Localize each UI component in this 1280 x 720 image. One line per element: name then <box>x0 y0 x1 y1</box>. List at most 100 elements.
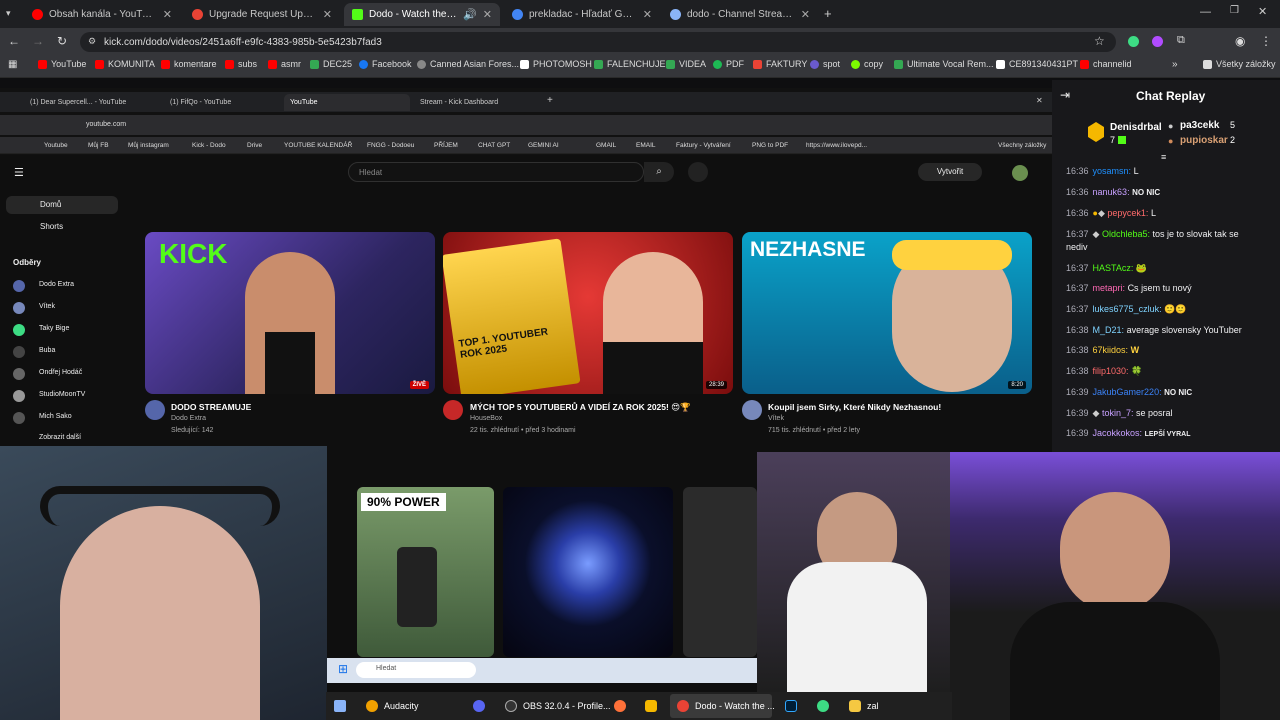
tab-google[interactable]: prekladac - Hľadať Googlom✕ <box>504 3 660 26</box>
sidebar-channel[interactable]: Mich Sako <box>39 413 72 420</box>
channel-avatar[interactable] <box>443 400 463 420</box>
extension-icon[interactable] <box>1128 36 1139 47</box>
inner-all-bookmarks[interactable]: Všechny záložky <box>998 142 1046 149</box>
short-thumbnail[interactable] <box>503 487 673 657</box>
bookmark[interactable]: CE891340431PT <box>996 59 1078 69</box>
reload-icon[interactable]: ↻ <box>57 34 67 48</box>
leader-name[interactable]: pupioskar <box>1180 135 1228 146</box>
more-bookmarks-icon[interactable]: » <box>1172 59 1178 70</box>
voice-search-button[interactable] <box>688 162 708 182</box>
restore-button[interactable]: ❐ <box>1230 5 1239 16</box>
bookmark[interactable]: komentare <box>161 59 217 69</box>
inner-tab[interactable]: Stream - Kick Dashboard <box>414 94 540 111</box>
video-thumbnail[interactable]: NEZHASNE 8:20 <box>742 232 1032 394</box>
video-channel[interactable]: HouseBox <box>470 415 502 422</box>
bookmark[interactable]: Canned Asian Fores... <box>417 59 519 69</box>
short-thumbnail[interactable] <box>683 487 757 657</box>
search-box[interactable]: Hledat <box>348 162 644 182</box>
chat-menu-icon[interactable]: ≡ <box>1161 152 1166 162</box>
windows-start-icon[interactable]: ⊞ <box>338 662 348 676</box>
leader-name[interactable]: pa3cekk <box>1180 120 1219 131</box>
new-tab-button[interactable]: + <box>824 6 832 21</box>
profile-icon[interactable]: ◉ <box>1235 34 1245 48</box>
tab-list-icon[interactable]: ▾ <box>6 8 11 19</box>
inner-bookmark[interactable]: Drive <box>247 142 262 149</box>
inner-bookmark[interactable]: GEMINI AI <box>528 142 559 149</box>
video-thumbnail[interactable]: TOP 1. YOUTUBER ROK 2025 28:39 <box>443 232 733 394</box>
inner-bookmark[interactable]: YOUTUBE KALENDÁŘ <box>284 142 352 149</box>
extensions-puzzle-icon[interactable]: ⧉ <box>1177 34 1185 47</box>
inner-bookmark[interactable]: GMAIL <box>596 142 616 149</box>
inner-bookmark[interactable]: PNG to PDF <box>752 142 788 149</box>
taskbar-item-audacity[interactable]: Audacity <box>366 700 419 712</box>
bookmark[interactable]: FALENCHUJE <box>594 59 666 69</box>
search-button[interactable]: ⌕ <box>644 162 674 182</box>
inner-bookmark[interactable]: Faktury - Vytváření <box>676 142 731 149</box>
inner-tab[interactable]: (1) FifQo - YouTube <box>164 94 280 111</box>
bookmark[interactable]: asmr <box>268 59 301 69</box>
close-icon[interactable]: ✕ <box>801 8 810 21</box>
taskbar-item-chrome[interactable]: Dodo - Watch the ... <box>677 700 775 712</box>
video-channel[interactable]: Dodo Extra <box>171 415 206 422</box>
inner-bookmark[interactable]: Můj instagram <box>128 142 169 149</box>
bookmark[interactable]: KOMUNITA <box>95 59 155 69</box>
inner-close-window-icon[interactable]: ✕ <box>1036 96 1043 105</box>
bookmark[interactable]: VIDEA <box>666 59 706 69</box>
video-thumbnail[interactable]: KICK ŽIVĚ <box>145 232 435 394</box>
inner-address-bar[interactable] <box>0 115 1052 135</box>
tab-kick-streams[interactable]: dodo - Channel Streams on Kic✕ <box>662 3 818 26</box>
taskbar-item-firefox[interactable] <box>614 700 632 712</box>
inner-tab[interactable]: (1) Dear Supercell... - YouTube <box>24 94 144 111</box>
bookmark[interactable]: channelid <box>1080 59 1132 69</box>
sidebar-channel[interactable]: StudioMoonTV <box>39 391 85 398</box>
inner-bookmark[interactable]: Kick - Dodo <box>192 142 226 149</box>
inner-bookmark[interactable]: Můj FB <box>88 142 109 149</box>
collapse-chat-icon[interactable]: ⇥ <box>1060 88 1070 102</box>
taskbar-item-photoshop[interactable] <box>785 700 803 712</box>
tab-youtube-studio[interactable]: Obsah kanála - YouTube Studio✕ <box>24 3 180 26</box>
close-icon[interactable]: ✕ <box>323 8 332 21</box>
bookmark[interactable]: Facebook <box>359 59 412 69</box>
star-icon[interactable]: ☆ <box>1094 34 1105 48</box>
create-button[interactable]: Vytvořit <box>918 163 982 181</box>
taskbar-item-folder[interactable]: zal <box>849 700 879 712</box>
inner-bookmark[interactable]: FNGG - Dodoeu <box>367 142 414 149</box>
inner-bookmark[interactable]: EMAIL <box>636 142 656 149</box>
close-icon[interactable]: ✕ <box>643 8 652 21</box>
channel-avatar[interactable] <box>145 400 165 420</box>
taskbar-icon[interactable] <box>334 700 346 712</box>
video-channel[interactable]: Vítek <box>768 415 784 422</box>
bookmark[interactable]: copy <box>851 59 883 69</box>
taskbar-item-app[interactable] <box>645 700 663 712</box>
taskbar-item-discord[interactable] <box>473 700 491 712</box>
taskbar-search[interactable]: Hledat <box>356 662 476 678</box>
extension-icon[interactable] <box>1152 36 1163 47</box>
minimize-button[interactable]: — <box>1200 6 1211 18</box>
bookmark[interactable]: PHOTOMOSH <box>520 59 592 69</box>
inner-bookmark[interactable]: https://www.ilovepd... <box>806 142 867 149</box>
all-bookmarks[interactable]: Všetky záložky <box>1203 59 1276 69</box>
inner-bookmark[interactable]: CHAT GPT <box>478 142 510 149</box>
channel-avatar[interactable] <box>742 400 762 420</box>
inner-bookmark[interactable]: PŘÍJEM <box>434 142 458 149</box>
close-icon[interactable]: ✕ <box>483 8 492 21</box>
speaker-icon[interactable]: 🔊 <box>463 8 477 21</box>
bookmark[interactable]: spot <box>810 59 840 69</box>
avatar[interactable] <box>1012 165 1028 181</box>
video-title[interactable]: DODO STREAMUJE <box>171 402 251 412</box>
video-title[interactable]: MÝCH TOP 5 YOUTUBERŮ A VIDEÍ ZA ROK 2025… <box>470 402 691 413</box>
taskbar-item-obs[interactable]: OBS 32.0.4 - Profile... <box>505 700 611 712</box>
bookmark[interactable]: DEC25 <box>310 59 352 69</box>
taskbar-item-app[interactable] <box>817 700 835 712</box>
short-thumbnail[interactable]: 90% POWER <box>357 487 494 657</box>
video-title[interactable]: Koupil jsem Sirky, Které Nikdy Nezhasnou… <box>768 402 941 412</box>
bookmark[interactable]: subs <box>225 59 257 69</box>
bookmark[interactable]: PDF <box>713 59 744 69</box>
sidebar-label-shorts[interactable]: Shorts <box>40 222 63 231</box>
inner-bookmark[interactable]: Youtube <box>44 142 68 149</box>
address-bar[interactable]: kick.com/dodo/videos/2451a6ff-e9fc-4383-… <box>80 32 1116 52</box>
bookmark[interactable]: FAKTURY <box>753 59 807 69</box>
inner-new-tab-icon[interactable]: + <box>547 95 553 106</box>
sidebar-channel[interactable]: Vítek <box>39 303 55 310</box>
menu-icon[interactable]: ⋮ <box>1260 34 1272 48</box>
